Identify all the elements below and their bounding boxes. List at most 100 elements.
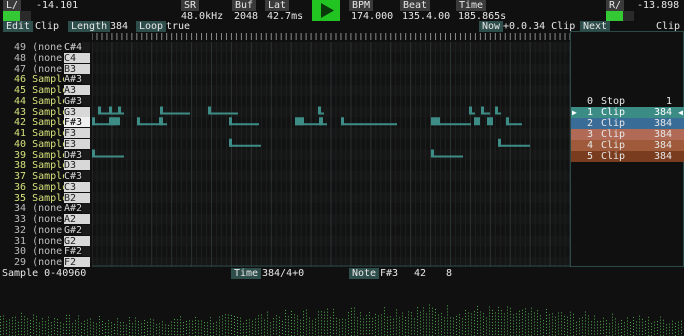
clip-slot[interactable]: 0 Stop 1 — [571, 96, 684, 107]
waveform-sample — [465, 328, 466, 330]
piano-key[interactable]: B2 — [64, 192, 90, 204]
key-row[interactable]: 45 Sample A3 — [0, 85, 92, 96]
waveform-sample — [630, 324, 631, 326]
waveform-sample — [42, 330, 43, 332]
waveform-sample — [669, 332, 670, 334]
waveform-sample — [570, 314, 571, 316]
piano-key[interactable]: A3 — [64, 85, 90, 96]
latency-label: Lat — [265, 0, 290, 11]
waveform-sample — [285, 315, 286, 317]
clip-slot[interactable]: 1 Clip 384 ▶ ◀ — [571, 106, 684, 118]
key-row[interactable]: 38 Sample D3 — [0, 160, 92, 171]
key-row[interactable]: 30 (none) F#2 — [0, 246, 92, 258]
waveform-sample — [501, 325, 502, 327]
piano-key[interactable]: G2 — [64, 235, 90, 247]
key-row[interactable]: 35 Sample B2 — [0, 192, 92, 204]
waveform-sample — [249, 319, 250, 321]
key-row[interactable]: 49 (none) C#4 — [0, 42, 92, 53]
piano-key[interactable]: D3 — [64, 160, 90, 171]
waveform-sample — [75, 323, 76, 325]
waveform-sample — [357, 320, 358, 322]
waveform-sample — [84, 320, 85, 322]
key-row[interactable]: 36 Sample C3 — [0, 181, 92, 193]
waveform-sample — [48, 322, 49, 324]
piano-key[interactable]: C4 — [64, 52, 90, 64]
key-row[interactable]: 34 (none) A#2 — [0, 203, 92, 215]
key-row[interactable]: 32 (none) G#2 — [0, 224, 92, 236]
key-row[interactable]: 31 (none) G2 — [0, 235, 92, 247]
key-row[interactable]: 44 Sample G#3 — [0, 95, 92, 107]
piano-key[interactable]: C#3 — [64, 171, 90, 182]
key-row[interactable]: 33 (none) A2 — [0, 214, 92, 225]
key-row[interactable]: 43 Sample G3 — [0, 106, 92, 118]
piano-key[interactable]: G#3 — [64, 95, 90, 107]
key-row[interactable]: 39 Sample D#3 — [0, 149, 92, 161]
piano-key[interactable]: F2 — [64, 257, 90, 268]
waveform-sample — [321, 329, 322, 331]
waveform-sample — [678, 321, 679, 323]
piano-key[interactable]: E3 — [64, 138, 90, 150]
waveform-sample — [330, 332, 331, 334]
key-list: 49 (none) C#4 48 (none) C4 47 (none) B3 46 … — [0, 42, 92, 268]
waveform-sample — [405, 322, 406, 324]
waveform-sample — [30, 323, 31, 325]
key-row[interactable]: 41 Sample F3 — [0, 128, 92, 139]
piano-key[interactable]: A#2 — [64, 203, 90, 215]
waveform-sample — [261, 314, 262, 316]
waveform-sample — [279, 325, 280, 327]
piano-key[interactable]: F#3 — [64, 117, 90, 128]
waveform-sample — [129, 326, 130, 328]
piano-roll-grid[interactable] — [92, 31, 570, 267]
waveform-sample — [402, 321, 403, 323]
clip-slot[interactable]: 3 Clip 384 — [571, 128, 684, 140]
clip-slot[interactable]: 4 Clip 384 — [571, 139, 684, 151]
piano-key[interactable]: G3 — [64, 106, 90, 118]
waveform-sample — [54, 333, 55, 335]
piano-key[interactable]: F3 — [64, 128, 90, 139]
waveform-sample — [90, 327, 91, 329]
waveform-sample — [39, 325, 40, 327]
bpm-value[interactable]: 174.000 — [351, 11, 393, 22]
waveform-sample — [240, 326, 241, 328]
piano-key[interactable]: G#2 — [64, 224, 90, 236]
waveform-sample — [216, 333, 217, 335]
waveform-sample — [183, 334, 184, 336]
waveform-sample — [258, 330, 259, 332]
waveform-sample — [534, 324, 535, 326]
clip-slot[interactable]: 2 Clip 384 — [571, 117, 684, 129]
waveform-sample — [351, 325, 352, 327]
piano-key[interactable]: D#3 — [64, 149, 90, 161]
waveform-sample — [330, 317, 331, 319]
waveform-sample — [564, 315, 565, 317]
waveform-sample — [117, 318, 118, 320]
key-row[interactable]: 37 Sample C#3 — [0, 171, 92, 182]
waveform-sample — [633, 323, 634, 325]
piano-key[interactable]: A2 — [64, 214, 90, 225]
piano-key[interactable]: C3 — [64, 181, 90, 193]
clip-slot[interactable]: 5 Clip 384 — [571, 150, 684, 162]
waveform-sample — [489, 309, 490, 311]
waveform-sample — [114, 329, 115, 331]
waveform-sample — [390, 328, 391, 330]
waveform-sample — [552, 334, 553, 336]
piano-key[interactable]: F#2 — [64, 246, 90, 258]
key-row[interactable]: 46 Sample A#3 — [0, 74, 92, 86]
piano-key[interactable]: A#3 — [64, 74, 90, 86]
waveform-sample — [255, 330, 256, 332]
play-button[interactable] — [312, 0, 340, 21]
waveform-sample — [666, 333, 667, 335]
key-row[interactable]: 40 Sample E3 — [0, 138, 92, 150]
waveform-sample — [618, 323, 619, 325]
waveform-sample — [414, 318, 415, 320]
note-head — [109, 106, 112, 115]
key-row[interactable]: 48 (none) C4 — [0, 52, 92, 64]
key-row[interactable]: 42 Sample F#3 — [0, 117, 92, 128]
key-row[interactable]: 47 (none) B3 — [0, 63, 92, 75]
key-row[interactable]: 29 (none) F2 — [0, 257, 92, 268]
piano-key[interactable]: C#4 — [64, 42, 90, 53]
waveform-sample — [375, 313, 376, 315]
piano-key[interactable]: B3 — [64, 63, 90, 75]
waveform-sample — [216, 321, 217, 323]
waveform-sample — [291, 316, 292, 318]
waveform-sample — [447, 314, 448, 316]
